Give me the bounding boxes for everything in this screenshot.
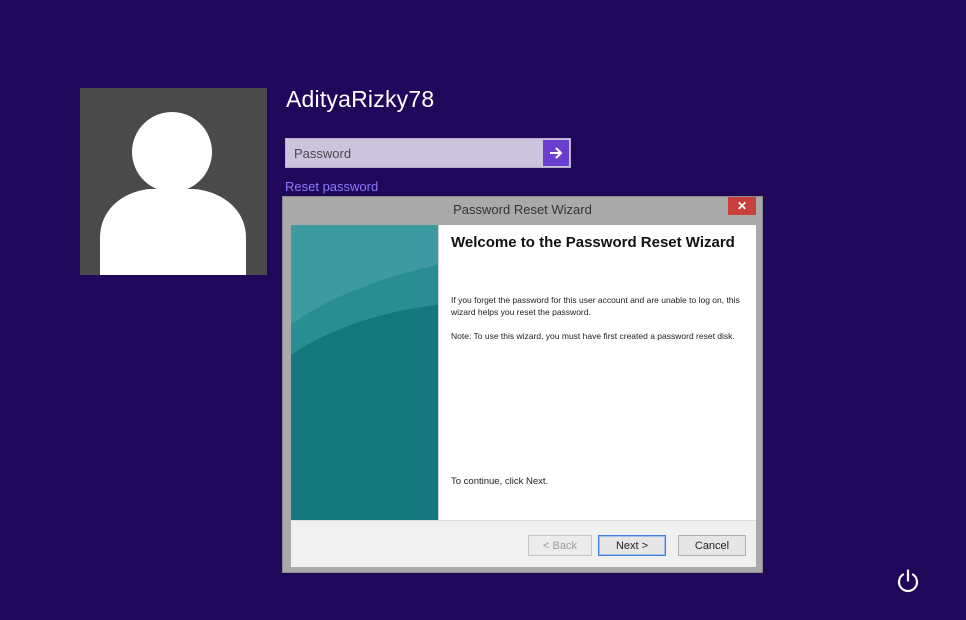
password-input[interactable]: [286, 139, 542, 167]
wizard-note: Note: To use this wizard, you must have …: [451, 331, 735, 341]
user-avatar: [80, 88, 267, 275]
wizard-banner: [291, 225, 438, 520]
close-button[interactable]: ✕: [728, 197, 756, 215]
next-button[interactable]: Next >: [598, 535, 666, 556]
password-field: [285, 138, 571, 168]
power-icon: [897, 569, 919, 593]
password-reset-wizard-dialog: Password Reset Wizard ✕ Welcome to the P…: [283, 197, 762, 572]
close-icon: ✕: [736, 199, 748, 213]
wizard-content: Welcome to the Password Reset Wizard If …: [438, 225, 756, 520]
power-button[interactable]: [895, 568, 921, 594]
wizard-description: If you forget the password for this user…: [451, 295, 740, 317]
wizard-heading: Welcome to the Password Reset Wizard: [451, 234, 735, 251]
cancel-button[interactable]: Cancel: [678, 535, 746, 556]
reset-password-link[interactable]: Reset password: [285, 179, 378, 194]
dialog-title: Password Reset Wizard: [453, 202, 592, 217]
username: AdityaRizky78: [286, 86, 435, 112]
arrow-right-icon: [550, 147, 563, 159]
wizard-button-bar: < Back Next > Cancel: [291, 520, 756, 567]
dialog-body: Welcome to the Password Reset Wizard If …: [291, 225, 756, 567]
submit-button[interactable]: [543, 140, 569, 166]
back-button[interactable]: < Back: [528, 535, 592, 556]
user-silhouette-icon: [100, 112, 246, 275]
wizard-continue-text: To continue, click Next.: [451, 476, 549, 487]
